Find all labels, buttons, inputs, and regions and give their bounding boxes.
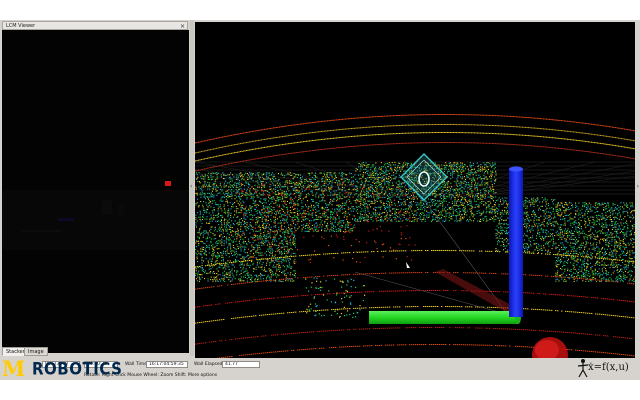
panel-title: LCM Viewer [6, 23, 36, 29]
chevron-right-icon[interactable]: › [637, 183, 639, 190]
exit-sign-light [165, 181, 171, 186]
panel-title-bar: LCM Viewer × [2, 21, 188, 30]
robot-formula-logo: ẋ=f(x,u) [576, 358, 636, 378]
panel-tab-bar: Stackers Image [0, 347, 190, 357]
app-window: LCM Viewer × Stackers Image ‹ › 00123 RI… [0, 20, 640, 380]
michigan-robotics-logo: M ROBOTICS [2, 356, 122, 381]
logo-block-m: M [2, 356, 26, 381]
logo-wordmark: ROBOTICS [32, 358, 123, 380]
x-axis-bar [369, 311, 518, 324]
z-axis-bar [509, 169, 523, 317]
chevron-left-icon[interactable]: ‹ [190, 183, 192, 190]
formula-text: ẋ=f(x,u) [588, 362, 629, 373]
wall-elapsed-field[interactable]: 41.77 [222, 361, 260, 368]
wall-time-label: Wall Time: [125, 362, 149, 367]
wall-time-field[interactable]: 16:17:04:59:35 [146, 361, 188, 368]
point-cloud-canvas [195, 22, 635, 358]
3d-point-cloud-view[interactable] [195, 22, 635, 358]
camera-image-view[interactable] [2, 30, 189, 353]
camera-panel: LCM Viewer × Stackers Image [0, 20, 192, 356]
wall-elapsed-label: Wall Elapsed: [194, 362, 225, 367]
tab-image[interactable]: Image [24, 347, 48, 356]
camera-image [2, 30, 189, 353]
